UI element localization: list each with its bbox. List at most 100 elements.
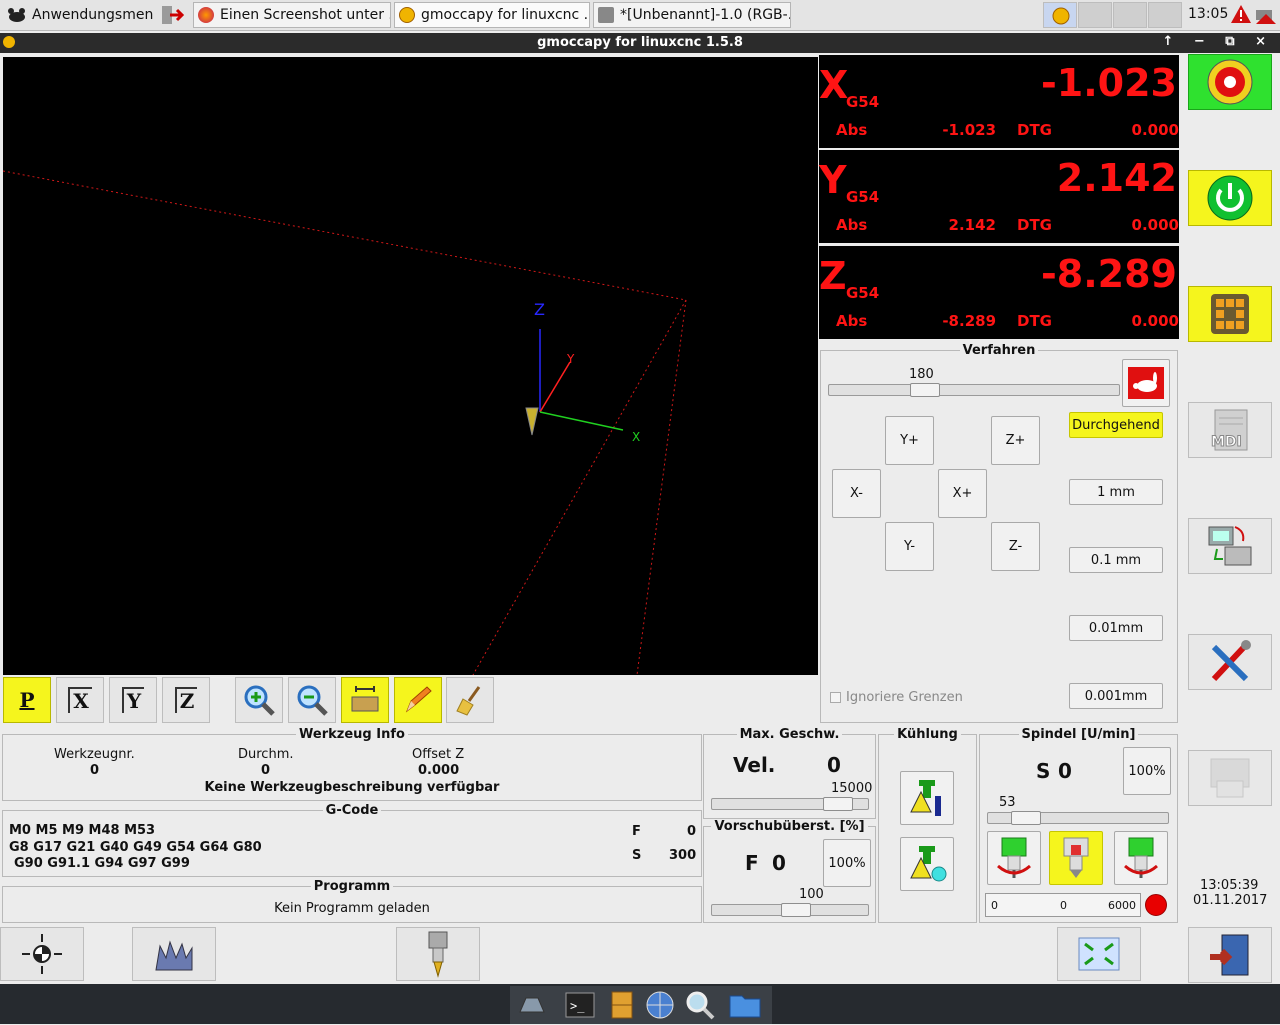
zoom-in-button[interactable] (235, 677, 283, 723)
estop-button[interactable] (1188, 54, 1272, 110)
workspace-1[interactable] (1078, 2, 1112, 28)
file-cabinet-icon[interactable] (606, 990, 638, 1024)
dro-z[interactable]: Z G54 -8.289 Abs -8.289 DTG 0.000 (819, 246, 1179, 339)
folder-icon[interactable] (728, 990, 762, 1024)
gcode-active-line-3: G90 G91.1 G94 G97 G99 (14, 856, 190, 871)
jog-y-minus-button[interactable]: Y- (885, 522, 934, 571)
tool-info-title: Werkzeug Info (299, 727, 405, 742)
tool-diameter-label: Durchm. (238, 747, 294, 762)
gcode-feed-value: 0 (687, 824, 697, 839)
tool-description: Keine Werkzeugbeschreibung verfügbar (204, 780, 500, 795)
jog-y-plus-button[interactable]: Y+ (885, 416, 934, 465)
dro-x[interactable]: X G54 -1.023 Abs -1.023 DTG 0.000 (819, 55, 1179, 148)
spindle-bar-value: 0 (1060, 899, 1067, 912)
touch-off-button[interactable] (132, 927, 216, 981)
dro-abs-value: -1.023 (942, 121, 996, 139)
dro-abs-value: 2.142 (948, 216, 996, 234)
spindle-override-slider[interactable] (987, 811, 1169, 825)
task-gmoccapy[interactable]: gmoccapy for linuxcnc ... (394, 2, 590, 28)
feed-override-reset-button[interactable]: 100% (823, 839, 871, 887)
dro-dtg-label: DTG (1017, 121, 1052, 139)
feed-override-slider-value: 100 (799, 887, 824, 902)
feed-override-slider[interactable] (711, 903, 869, 917)
status-time: 13:05:39 (1200, 878, 1259, 893)
spindle-override-reset-button[interactable]: 100% (1123, 747, 1171, 795)
network-icon[interactable] (1254, 4, 1278, 30)
view-x-button[interactable]: X (56, 677, 104, 723)
gimp-icon (598, 7, 614, 23)
settings-button[interactable] (1188, 634, 1272, 690)
home-all-button[interactable] (0, 927, 84, 981)
machine-power-button[interactable] (1188, 170, 1272, 226)
dock: >_ (510, 986, 772, 1024)
user-tabs-button[interactable] (1188, 750, 1272, 806)
dro-axis-label: Z (819, 254, 847, 298)
tool-change-button[interactable] (396, 927, 480, 981)
tool-number-label: Werkzeugnr. (54, 747, 135, 762)
show-desktop-icon[interactable] (516, 990, 548, 1024)
dro-dtg-label: DTG (1017, 312, 1052, 330)
increment-0-001mm-button[interactable]: 0.001mm (1069, 683, 1163, 709)
jog-speed-slider[interactable] (828, 383, 1120, 397)
search-icon[interactable] (684, 989, 716, 1025)
exit-button[interactable] (1188, 927, 1272, 983)
tool-drill-icon (428, 931, 448, 978)
spindle-stop-button[interactable] (1049, 831, 1103, 885)
clear-plot-button[interactable] (446, 677, 494, 723)
jog-speed-slider-knob[interactable] (910, 383, 940, 397)
max-vel-slider[interactable] (711, 797, 869, 811)
mist-coolant-button[interactable] (900, 837, 954, 891)
terminal-icon[interactable]: >_ (564, 990, 596, 1024)
max-vel-slider-knob[interactable] (823, 797, 853, 811)
mode-manual-button[interactable] (1188, 286, 1272, 342)
increment-0-1mm-button[interactable]: 0.1 mm (1069, 547, 1163, 573)
jog-x-minus-button[interactable]: X- (832, 469, 881, 518)
mode-auto-button[interactable] (1188, 518, 1272, 574)
dro-dtg-value: 0.000 (1131, 312, 1179, 330)
show-tool-path-button[interactable] (394, 677, 442, 723)
window-controls[interactable]: ↑ − ⧉ × (1162, 34, 1274, 49)
xfce-mouse-icon (6, 6, 28, 24)
tray-linuxcnc-icon[interactable] (1043, 2, 1077, 28)
zoom-out-button[interactable] (288, 677, 336, 723)
jog-z-plus-button[interactable]: Z+ (991, 416, 1040, 465)
task-firefox[interactable]: Einen Screenshot unter ... (193, 2, 391, 28)
flood-coolant-button[interactable] (900, 771, 954, 825)
warning-icon[interactable] (1230, 4, 1252, 28)
browser-globe-icon[interactable] (644, 989, 676, 1025)
mode-mdi-button[interactable]: MDI (1188, 402, 1272, 458)
spindle-override-slider-knob[interactable] (1011, 811, 1041, 825)
task-label: Einen Screenshot unter ... (220, 7, 391, 23)
jog-z-minus-button[interactable]: Z- (991, 522, 1040, 571)
feed-override-slider-knob[interactable] (781, 903, 811, 917)
spindle-stop-icon (1063, 837, 1089, 878)
increment-0-01mm-button[interactable]: 0.01mm (1069, 615, 1163, 641)
workspace-2[interactable] (1113, 2, 1147, 28)
dro-coord-system: G54 (846, 284, 880, 302)
increment-1mm-button[interactable]: 1 mm (1069, 479, 1163, 505)
view-z-button[interactable]: Z (162, 677, 210, 723)
logout-icon[interactable] (160, 4, 185, 26)
gcode-preview-canvas[interactable]: Z Y X (3, 57, 818, 675)
increment-continuous-button[interactable]: Durchgehend (1069, 412, 1163, 438)
dro-y[interactable]: Y G54 2.142 Abs 2.142 DTG 0.000 (819, 150, 1179, 243)
view-y-button[interactable]: Y (109, 677, 157, 723)
fullscreen-button[interactable] (1057, 927, 1141, 981)
dimensions-icon (351, 686, 379, 712)
z-axis-label: Z (534, 300, 545, 319)
jog-x-plus-button[interactable]: X+ (938, 469, 987, 518)
show-dimensions-button[interactable] (341, 677, 389, 723)
tools-wrench-icon (1211, 640, 1251, 682)
ignore-limits-checkbox[interactable] (830, 692, 841, 703)
jog-speed-toggle-button[interactable] (1122, 359, 1170, 407)
spindle-forward-button[interactable] (987, 831, 1041, 885)
flood-coolant-icon (910, 780, 941, 816)
workspace-3[interactable] (1148, 2, 1182, 28)
view-perspective-button[interactable]: P (3, 677, 51, 723)
spindle-at-speed-led (1145, 894, 1167, 916)
tool-cone-icon (525, 407, 539, 436)
tool-offset-label: Offset Z (412, 747, 465, 762)
app-menu-button[interactable]: Anwendungsmenü (2, 2, 154, 28)
spindle-reverse-button[interactable] (1114, 831, 1168, 885)
task-gimp[interactable]: *[Unbenannt]-1.0 (RGB-... (593, 2, 791, 28)
